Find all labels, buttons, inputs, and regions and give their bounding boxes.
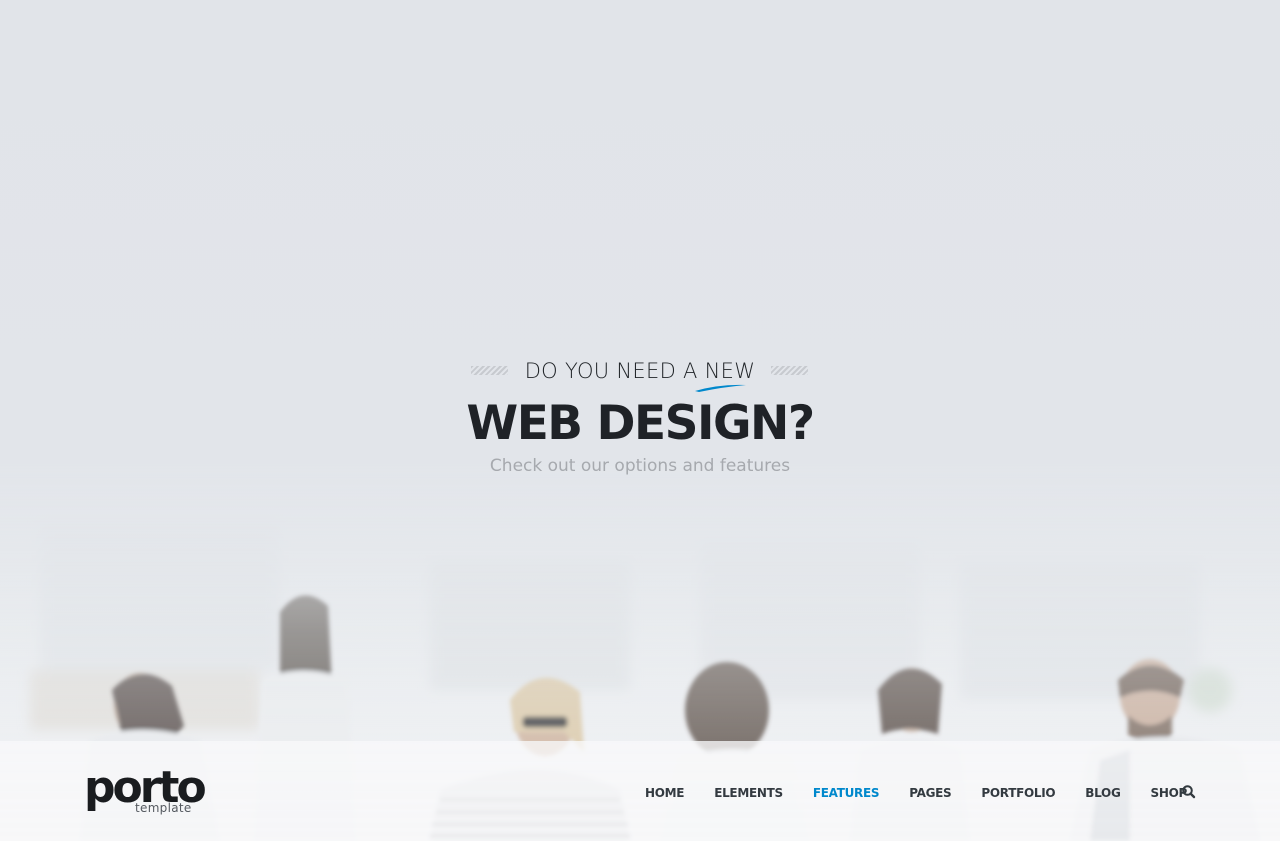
underline-swoosh	[695, 384, 746, 392]
pre-title-row: DO YOU NEED A NEW	[0, 356, 1280, 386]
stripe-decoration-left	[471, 366, 508, 375]
nav-item-pages[interactable]: PAGES	[909, 783, 951, 803]
hero-subtitle: Check out our options and features	[489, 456, 791, 476]
nav-item-blog[interactable]: BLOG	[1085, 783, 1121, 803]
nav-item-home[interactable]: HOME	[645, 783, 684, 803]
site-logo[interactable]: porto template	[84, 763, 207, 823]
nav-item-elements[interactable]: ELEMENTS	[714, 783, 783, 803]
hero-intro: DO YOU NEED A NEW WEB DESIGN? Check out …	[0, 356, 1280, 478]
nav-item-features[interactable]: FEATURES	[813, 783, 880, 803]
logo-tagline: template	[135, 801, 192, 815]
hero-title: WEB DESIGN?	[466, 396, 815, 451]
search-icon	[1182, 785, 1196, 799]
search-button[interactable]	[1180, 783, 1198, 801]
main-nav: HOME ELEMENTS FEATURES PAGES PORTFOLIO B…	[630, 783, 1202, 803]
site-header: porto template HOME ELEMENTS FEATURES PA…	[0, 741, 1280, 841]
stripe-decoration-right	[771, 366, 808, 375]
nav-item-portfolio[interactable]: PORTFOLIO	[981, 783, 1055, 803]
